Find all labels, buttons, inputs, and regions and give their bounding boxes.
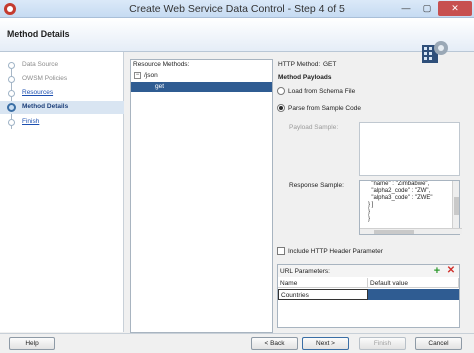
nav-step-resources[interactable]: Resources: [0, 87, 124, 100]
step-marker-icon: [8, 62, 15, 69]
wizard-header-icon: [422, 41, 448, 63]
resource-methods-header: Resource Methods:: [131, 60, 272, 69]
payload-sample-textarea[interactable]: [359, 122, 460, 176]
column-header-name[interactable]: Name: [278, 278, 368, 288]
load-from-schema-label[interactable]: Load from Schema File: [288, 88, 355, 95]
nav-step-finish[interactable]: Finish: [0, 116, 124, 129]
delete-icon[interactable]: ✕: [446, 266, 456, 276]
tree-node-label: /json: [144, 72, 158, 79]
next-button[interactable]: Next >: [302, 337, 349, 350]
step-marker-icon: [8, 90, 15, 97]
current-step-icon: [7, 103, 16, 112]
resource-methods-panel: Resource Methods: − /json get: [130, 59, 273, 333]
http-method-value: GET: [323, 61, 337, 68]
include-http-header-label[interactable]: Include HTTP Header Parameter: [288, 248, 383, 255]
url-parameters-panel: URL Parameters: + ✕ Name Default value C…: [277, 264, 460, 328]
wizard-header: Method Details: [0, 18, 474, 63]
window-titlebar: Create Web Service Data Control - Step 4…: [0, 0, 474, 18]
response-sample-textarea[interactable]: "name" : "Zimbabwe", "alpha2_code" : "ZW…: [359, 180, 462, 235]
back-button[interactable]: < Back: [251, 337, 298, 350]
response-sample-text: "name" : "Zimbabwe", "alpha2_code" : "ZW…: [368, 181, 433, 222]
parse-from-sample-label[interactable]: Parse from Sample Code: [288, 105, 361, 112]
finish-button[interactable]: Finish: [359, 337, 406, 350]
nav-step-label: Resources: [22, 89, 54, 96]
response-sample-label: Response Sample:: [289, 182, 344, 189]
tree-node-json[interactable]: − /json: [131, 71, 272, 81]
maximize-button[interactable]: ▢: [417, 1, 437, 16]
step-marker-icon: [8, 76, 15, 83]
nav-step-label: Data Source: [22, 61, 59, 68]
scrollbar-thumb[interactable]: [374, 230, 414, 234]
page-title: Method Details: [7, 29, 70, 39]
tree-node-label: get: [155, 83, 165, 90]
url-parameters-label: URL Parameters:: [280, 268, 330, 275]
nav-step-owsm-policies[interactable]: OWSM Policies: [0, 73, 124, 86]
column-header-default-value[interactable]: Default value: [368, 278, 459, 288]
scrollbar-thumb[interactable]: [454, 197, 459, 215]
nav-step-label: Finish: [22, 118, 40, 125]
resource-methods-label: Resource Methods:: [133, 61, 190, 68]
wizard-steps-nav: Data Source OWSM Policies Resources Meth…: [0, 52, 124, 332]
nav-step-method-details[interactable]: Method Details: [0, 101, 124, 114]
load-from-schema-radio[interactable]: [277, 87, 285, 95]
cancel-button[interactable]: Cancel: [415, 337, 462, 350]
collapse-icon[interactable]: −: [134, 72, 141, 79]
footer-divider: [0, 333, 474, 334]
minimize-button[interactable]: —: [396, 1, 416, 16]
nav-step-label: OWSM Policies: [22, 75, 68, 82]
response-vertical-scrollbar[interactable]: [452, 181, 459, 234]
help-button[interactable]: Help: [9, 337, 55, 350]
include-http-header-checkbox[interactable]: [277, 247, 285, 255]
url-param-default-cell[interactable]: [368, 289, 459, 300]
http-method-label: HTTP Method:: [278, 61, 321, 68]
url-parameters-toolbar: URL Parameters: + ✕: [278, 265, 459, 277]
url-param-name-cell[interactable]: Countries: [278, 289, 368, 300]
close-button[interactable]: ✕: [438, 1, 472, 16]
add-icon[interactable]: +: [432, 266, 442, 277]
parse-from-sample-radio[interactable]: [277, 104, 285, 112]
nav-step-label: Method Details: [22, 103, 69, 110]
method-payloads-title: Method Payloads: [278, 74, 332, 81]
response-horizontal-scrollbar[interactable]: [360, 228, 462, 234]
tree-node-get[interactable]: get: [131, 82, 272, 92]
nav-step-data-source[interactable]: Data Source: [0, 59, 124, 72]
step-marker-icon: [8, 119, 15, 126]
payload-sample-label: Payload Sample:: [289, 124, 339, 131]
